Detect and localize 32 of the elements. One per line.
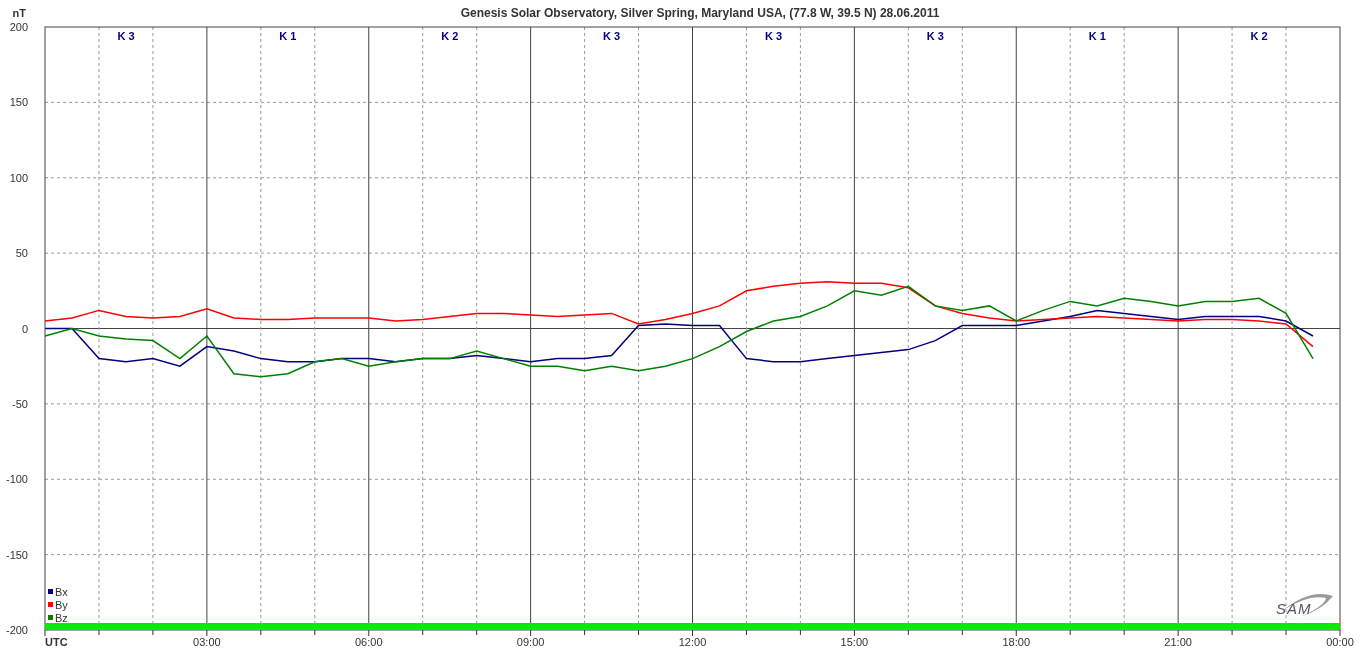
k-index-label: K 1 [1088, 30, 1106, 42]
k-index-label: K 3 [926, 30, 944, 42]
k-index-label: K 3 [117, 30, 135, 42]
k-index-label: K 3 [764, 30, 782, 42]
y-tick-label: -150 [5, 548, 28, 561]
x-tick-label: 03:00 [193, 636, 221, 648]
k-index-label: K 2 [1250, 30, 1268, 42]
y-axis-label: nT [12, 7, 26, 19]
y-tick-label: -100 [5, 473, 28, 486]
x-tick-label: UTC [45, 636, 68, 648]
k-index-label: K 3 [603, 30, 621, 42]
y-tick-label: 100 [9, 171, 28, 184]
chart-title: Genesis Solar Observatory, Silver Spring, Maryland USA, (77.8 W, 39.5 N) 28.06.2011 [460, 6, 940, 20]
k-index-label: K 2 [441, 30, 459, 42]
legend-label: Bx [55, 586, 68, 598]
legend-label: Bz [55, 612, 68, 624]
y-tick-label: 0 [21, 322, 28, 335]
sam-logo: SAM [1276, 593, 1333, 617]
x-tick-label: 18:00 [1002, 636, 1030, 648]
legend-label: By [55, 599, 68, 611]
y-tick-label: -200 [5, 624, 28, 636]
k-index-label: K 1 [279, 30, 297, 42]
x-tick-label: 21:00 [1164, 636, 1192, 648]
x-tick-label: 00:00 [1326, 636, 1354, 648]
x-tick-label: 06:00 [355, 636, 383, 648]
y-tick-label: 50 [15, 247, 28, 260]
x-tick-label: 09:00 [516, 636, 545, 648]
y-tick-label: -50 [12, 397, 28, 410]
x-tick-label: 12:00 [678, 636, 707, 648]
x-tick-label: 15:00 [840, 636, 869, 648]
y-tick-label: 200 [9, 21, 28, 33]
y-tick-label: 150 [9, 96, 28, 109]
